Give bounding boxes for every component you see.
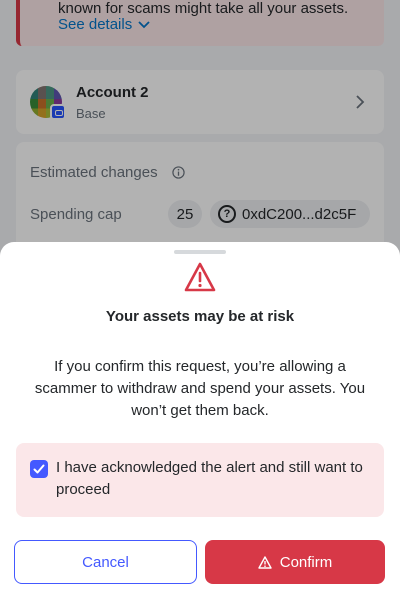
- checkmark-icon: [33, 464, 45, 474]
- sheet-grabber[interactable]: [174, 250, 226, 254]
- acknowledge-checkbox[interactable]: [30, 460, 48, 478]
- confirm-button[interactable]: Confirm: [205, 540, 385, 584]
- warning-icon: [184, 262, 216, 292]
- sheet-body: If you confirm this request, you’re allo…: [34, 358, 366, 419]
- cancel-label: Cancel: [82, 553, 129, 571]
- acknowledge-box[interactable]: I have acknowledged the alert and still …: [16, 443, 384, 517]
- acknowledge-text: I have acknowledged the alert and still …: [56, 459, 363, 498]
- confirm-label: Confirm: [279, 553, 333, 571]
- warning-icon: [258, 555, 272, 569]
- sheet-title: Your assets may be at risk: [105, 308, 295, 325]
- risk-alert-sheet: Your assets may be at risk If you confir…: [0, 242, 400, 600]
- cancel-button[interactable]: Cancel: [14, 540, 197, 584]
